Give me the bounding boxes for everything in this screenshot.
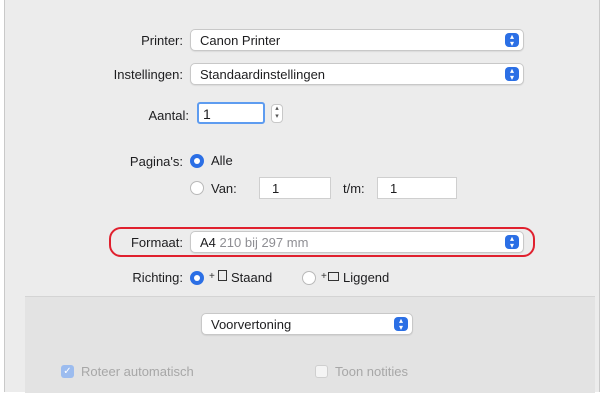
auto-rotate-checkbox[interactable]: ✓ xyxy=(61,365,74,378)
copies-field[interactable]: 1 xyxy=(197,102,265,124)
pages-to-field[interactable]: 1 xyxy=(377,177,457,199)
orientation-portrait-label: Staand xyxy=(231,270,273,285)
stepper-down-icon[interactable]: ▾ xyxy=(272,113,282,121)
options-panel: Voorvertoning ▴ ▾ ✓ Roteer automatisch To… xyxy=(25,296,595,393)
settings-label: Instellingen: xyxy=(113,67,183,82)
copies-value: 1 xyxy=(203,106,211,122)
popup-arrows-icon: ▴ ▾ xyxy=(394,317,408,332)
format-popup[interactable]: A4 210 bij 297 mm ▴ ▾ xyxy=(190,231,524,253)
orientation-landscape-radio[interactable] xyxy=(302,271,316,285)
printer-value: Canon Printer xyxy=(200,33,281,48)
pages-range-label: Van: xyxy=(211,181,237,196)
stepper-up-icon[interactable]: ▴ xyxy=(272,105,282,113)
settings-popup[interactable]: Standaardinstellingen ▴ ▾ xyxy=(190,63,524,85)
portrait-icon: + xyxy=(209,270,227,284)
format-size-name: A4 xyxy=(200,235,216,250)
show-notes-checkbox[interactable] xyxy=(315,365,328,378)
printer-popup[interactable]: Canon Printer ▴ ▾ xyxy=(190,29,524,51)
pages-to-label: t/m: xyxy=(343,181,365,196)
pages-all-radio[interactable] xyxy=(190,154,204,168)
copies-stepper[interactable]: ▴ ▾ xyxy=(271,104,283,123)
show-notes-label: Toon notities xyxy=(335,364,408,379)
settings-value: Standaardinstellingen xyxy=(200,67,326,82)
pages-all-label: Alle xyxy=(211,153,233,168)
format-value: A4 210 bij 297 mm xyxy=(200,235,308,250)
pages-range-radio[interactable] xyxy=(190,181,204,195)
popup-arrows-icon: ▴ ▾ xyxy=(505,33,519,48)
preview-value: Voorvertoning xyxy=(211,317,292,332)
orientation-landscape-label: Liggend xyxy=(343,270,390,285)
print-dialog: Printer: Canon Printer ▴ ▾ Instellingen: … xyxy=(4,0,600,393)
printer-label: Printer: xyxy=(141,33,183,48)
pages-to-value: 1 xyxy=(390,181,398,196)
format-label: Formaat: xyxy=(130,235,183,250)
orientation-label: Richting: xyxy=(132,270,183,285)
preview-popup[interactable]: Voorvertoning ▴ ▾ xyxy=(201,313,413,335)
format-size-detail: 210 bij 297 mm xyxy=(219,235,309,250)
copies-label: Aantal: xyxy=(148,108,189,123)
orientation-portrait-radio[interactable] xyxy=(190,271,204,285)
landscape-icon: + xyxy=(321,270,339,284)
pages-from-field[interactable]: 1 xyxy=(259,177,331,199)
popup-arrows-icon: ▴ ▾ xyxy=(505,235,519,250)
pages-label: Pagina's: xyxy=(129,154,183,169)
pages-from-value: 1 xyxy=(272,181,280,196)
popup-arrows-icon: ▴ ▾ xyxy=(505,67,519,82)
auto-rotate-label: Roteer automatisch xyxy=(81,364,194,379)
